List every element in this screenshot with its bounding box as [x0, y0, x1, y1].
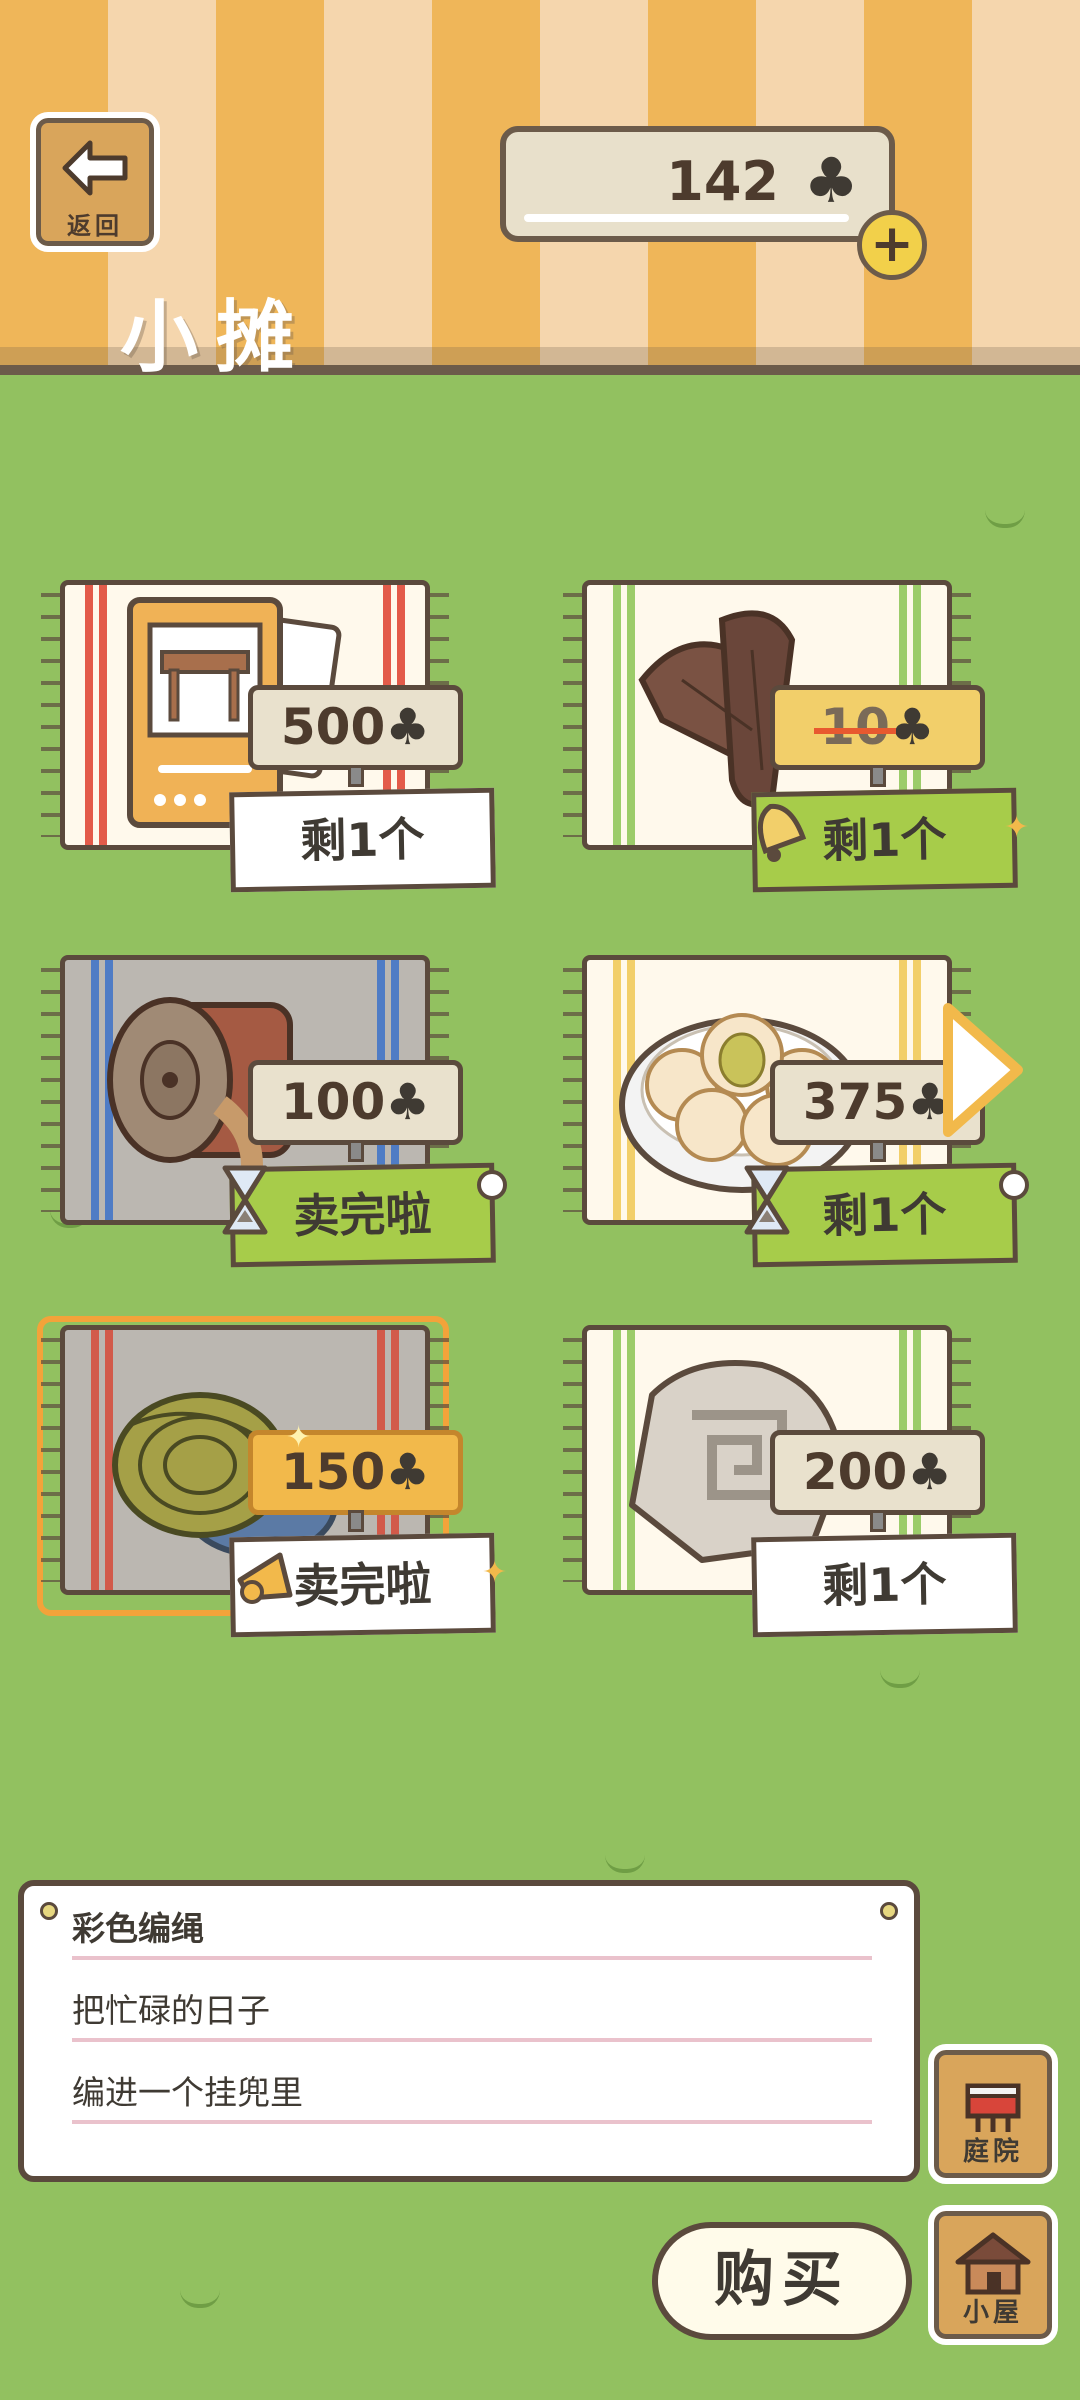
add-currency-button[interactable]: +	[857, 210, 927, 280]
pin-icon	[40, 1902, 58, 1920]
house-icon	[955, 2232, 1031, 2295]
tag-peg	[870, 765, 886, 787]
buy-button[interactable]: 购买	[652, 2222, 912, 2340]
price-value: 200	[802, 1443, 908, 1501]
price-tag: 10♣	[770, 685, 985, 770]
sparkle-icon: ✦	[482, 1555, 508, 1590]
back-arrow-icon	[62, 140, 128, 196]
megaphone-icon	[237, 1552, 293, 1604]
grass-decoration	[985, 510, 1025, 528]
shop-item-driftwood[interactable]: 10♣ 剩1个 ✦	[552, 580, 1029, 910]
sparkle-icon: ✦	[1004, 810, 1030, 845]
shop-item-stone[interactable]: 200♣ 剩1个	[552, 1325, 1022, 1655]
back-button[interactable]: 返回	[30, 112, 160, 252]
house-label: 小屋	[962, 2298, 1023, 2328]
clover-icon: ♣	[385, 1073, 431, 1131]
next-page-arrow-icon[interactable]	[938, 1000, 1028, 1140]
tag-peg	[870, 1140, 886, 1162]
clover-icon: ♣	[385, 698, 431, 756]
page-title: 小摊	[120, 293, 313, 383]
item-description-line: 编进一个挂兜里	[72, 2050, 872, 2124]
grass-decoration	[180, 2290, 220, 2308]
hourglass-icon	[222, 1165, 268, 1235]
tag-peg	[348, 765, 364, 787]
pin-icon	[880, 1902, 898, 1920]
price-tag: 150♣	[248, 1430, 463, 1515]
yard-label: 庭院	[962, 2137, 1023, 2167]
grass-decoration	[880, 1670, 920, 1688]
shop-item-furniture-card[interactable]: 500♣ 剩1个	[30, 580, 500, 910]
price-tag: 100♣	[248, 1060, 463, 1145]
stock-status: 剩1个	[751, 1532, 1018, 1638]
price-tag: 200♣	[770, 1430, 985, 1515]
clock-icon	[477, 1170, 507, 1200]
grass-decoration	[605, 1855, 645, 1873]
clover-icon: ♣	[889, 698, 935, 756]
back-label: 返回	[67, 212, 123, 240]
tag-peg	[870, 1510, 886, 1532]
tag-peg	[348, 1510, 364, 1532]
stock-status: 剩1个	[229, 787, 496, 893]
price-value: 500	[280, 698, 386, 756]
shop-item-wooden-spool[interactable]: 100♣ 卖完啦	[30, 955, 507, 1285]
tag-peg	[348, 1140, 364, 1162]
clock-icon	[999, 1170, 1029, 1200]
currency-amount: 142	[666, 150, 779, 213]
currency-display: 142 ♣	[500, 126, 895, 242]
shop-item-colorful-rope[interactable]: 150♣ ✦ 卖完啦 ✦	[30, 1325, 507, 1655]
bell-icon	[757, 804, 807, 862]
clover-icon: ♣	[803, 144, 859, 217]
house-button[interactable]: 小屋	[928, 2205, 1058, 2345]
price-tag: 500♣	[248, 685, 463, 770]
hourglass-icon	[744, 1165, 790, 1235]
clover-icon: ♣	[385, 1443, 431, 1501]
item-name: 彩色编绳	[72, 1886, 872, 1960]
price-value: 375	[802, 1073, 908, 1131]
item-description-line: 把忙碌的日子	[72, 1968, 872, 2042]
item-description-panel: 彩色编绳 把忙碌的日子 编进一个挂兜里	[18, 1880, 920, 2182]
price-value: 10	[814, 690, 896, 765]
yard-icon	[965, 2083, 1021, 2132]
sparkle-icon: ✦	[286, 1420, 312, 1455]
yard-button[interactable]: 庭院	[928, 2044, 1058, 2184]
price-value: 100	[280, 1073, 386, 1131]
clover-icon: ♣	[907, 1443, 953, 1501]
